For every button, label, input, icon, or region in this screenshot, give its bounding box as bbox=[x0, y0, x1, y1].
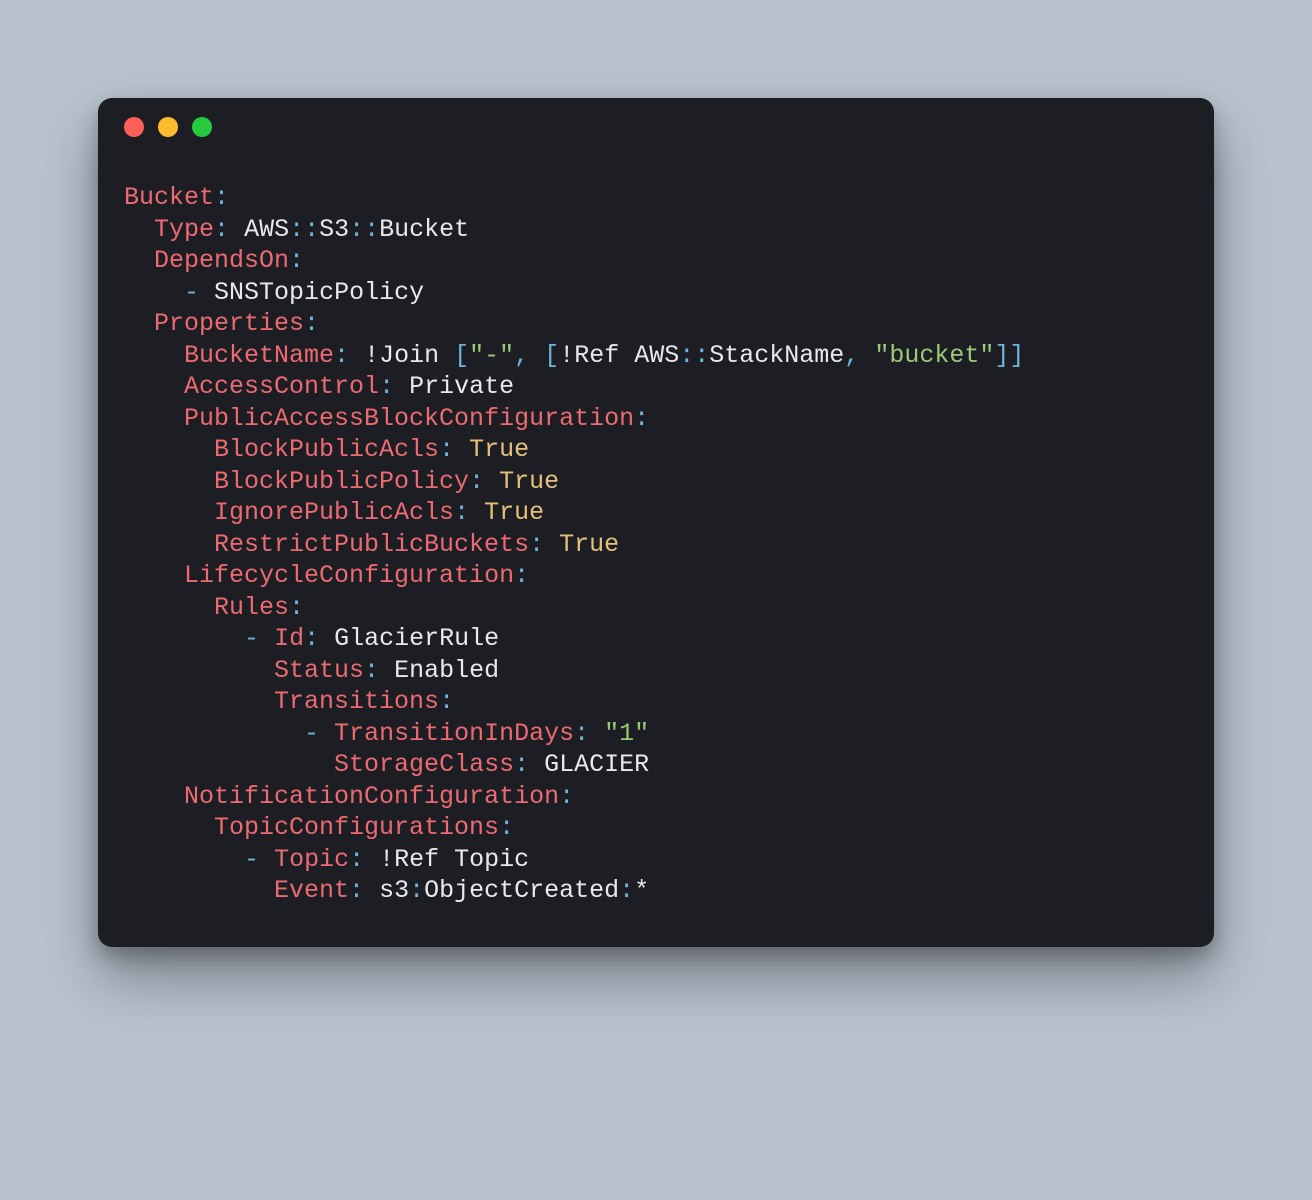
yaml-fn: !Ref bbox=[559, 341, 619, 370]
yaml-fn: !Join bbox=[364, 341, 439, 370]
yaml-bool: True bbox=[499, 467, 559, 496]
yaml-key: Type bbox=[154, 215, 214, 244]
yaml-key: Event bbox=[274, 876, 349, 905]
yaml-string: "1" bbox=[604, 719, 649, 748]
yaml-value: Enabled bbox=[394, 656, 499, 685]
window-titlebar bbox=[98, 98, 1214, 156]
yaml-value: S3 bbox=[319, 215, 349, 244]
yaml-key: PublicAccessBlockConfiguration bbox=[184, 404, 634, 433]
yaml-value: Topic bbox=[454, 845, 529, 874]
yaml-value: AWS bbox=[244, 215, 289, 244]
yaml-bool: True bbox=[484, 498, 544, 527]
yaml-value: StackName bbox=[709, 341, 844, 370]
yaml-key: IgnorePublicAcls bbox=[214, 498, 454, 527]
yaml-bool: True bbox=[469, 435, 529, 464]
yaml-key: AccessControl bbox=[184, 372, 379, 401]
yaml-key: StorageClass bbox=[334, 750, 514, 779]
yaml-key: LifecycleConfiguration bbox=[184, 561, 514, 590]
code-block: Bucket: Type: AWS::S3::Bucket DependsOn:… bbox=[98, 156, 1214, 911]
yaml-key: BlockPublicAcls bbox=[214, 435, 439, 464]
yaml-string: "-" bbox=[469, 341, 514, 370]
yaml-key: Status bbox=[274, 656, 364, 685]
close-icon[interactable] bbox=[124, 117, 144, 137]
yaml-value: s3 bbox=[379, 876, 409, 905]
minimize-icon[interactable] bbox=[158, 117, 178, 137]
code-window: Bucket: Type: AWS::S3::Bucket DependsOn:… bbox=[98, 98, 1214, 947]
yaml-value: Private bbox=[409, 372, 514, 401]
yaml-value: * bbox=[634, 876, 649, 905]
zoom-icon[interactable] bbox=[192, 117, 212, 137]
yaml-key: Id bbox=[274, 624, 304, 653]
yaml-value: Bucket bbox=[379, 215, 469, 244]
yaml-value: ObjectCreated bbox=[424, 876, 619, 905]
yaml-key: Properties bbox=[154, 309, 304, 338]
yaml-value: AWS bbox=[634, 341, 679, 370]
yaml-key: RestrictPublicBuckets bbox=[214, 530, 529, 559]
yaml-value: GlacierRule bbox=[334, 624, 499, 653]
yaml-key: Bucket bbox=[124, 183, 214, 212]
yaml-value: GLACIER bbox=[544, 750, 649, 779]
yaml-key: Rules bbox=[214, 593, 289, 622]
yaml-key: Topic bbox=[274, 845, 349, 874]
yaml-value: SNSTopicPolicy bbox=[214, 278, 424, 307]
yaml-key: NotificationConfiguration bbox=[184, 782, 559, 811]
yaml-key: BucketName bbox=[184, 341, 334, 370]
yaml-key: DependsOn bbox=[154, 246, 289, 275]
yaml-key: TopicConfigurations bbox=[214, 813, 499, 842]
yaml-key: Transitions bbox=[274, 687, 439, 716]
yaml-fn: !Ref bbox=[379, 845, 439, 874]
yaml-string: "bucket" bbox=[874, 341, 994, 370]
yaml-bool: True bbox=[559, 530, 619, 559]
yaml-key: TransitionInDays bbox=[334, 719, 574, 748]
yaml-key: BlockPublicPolicy bbox=[214, 467, 469, 496]
